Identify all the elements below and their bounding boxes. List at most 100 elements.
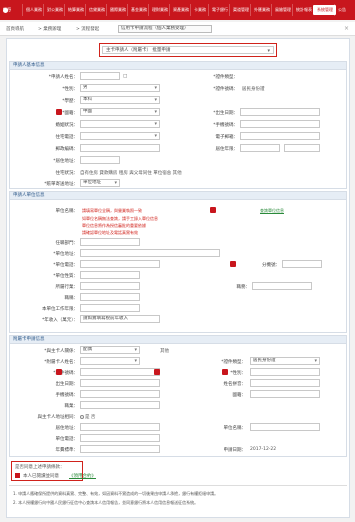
supp-company-phone-label: 單位電話： <box>55 437 79 442</box>
address-input[interactable] <box>80 156 120 164</box>
company-lookup-link[interactable]: 查詢單位信息 <box>260 208 284 214</box>
phone-input[interactable] <box>240 120 320 128</box>
work-years-label: 本單位工作年限： <box>42 307 78 312</box>
dept-input[interactable] <box>80 238 140 246</box>
nav-item[interactable]: 統計報表 <box>292 4 315 16</box>
years-input-2[interactable] <box>284 144 320 152</box>
supp-nation-label: 國籍： <box>232 393 247 398</box>
breadcrumb-home[interactable]: 首頁導航 <box>6 26 24 32</box>
home-select[interactable] <box>80 132 160 140</box>
confirm-label: 是否同意上述申請條款： <box>15 465 65 470</box>
position-input[interactable] <box>252 282 312 290</box>
fee-input[interactable] <box>80 445 160 453</box>
gender-select[interactable]: 男 <box>80 84 160 92</box>
nav-item[interactable]: 資產業務 <box>169 4 192 16</box>
supp-card-type-select[interactable]: 居民身份證 <box>250 357 320 365</box>
same-addr-options[interactable]: 是 否 <box>80 414 95 420</box>
company-note: 請確認單位地址及電話真實有效 <box>82 230 138 235</box>
name-label: *申請人姓名： <box>48 75 78 80</box>
house-label: 住宅狀況： <box>55 171 79 176</box>
mode-select-highlight: 主卡申請人（附屬卡） 批量申請 ▾ <box>99 43 277 57</box>
supp-addr-input[interactable] <box>80 423 160 431</box>
supp-occupation-input[interactable] <box>80 401 160 409</box>
tab-current[interactable]: 信用卡申請流程（個人業務受理） <box>118 25 212 33</box>
marriage-select[interactable] <box>80 120 160 128</box>
supp-pinyin-input[interactable] <box>250 379 320 387</box>
zip-input[interactable] <box>80 144 160 152</box>
nature-input[interactable] <box>80 271 140 279</box>
edu-select[interactable]: 本科 <box>80 96 160 104</box>
birth-input[interactable] <box>240 108 320 116</box>
bill-select[interactable]: 單位地址 <box>80 179 120 187</box>
section-applicant-basic: 申請人基本信息 *申請人姓名： □ *證件類型： *性別： 男 *證件號碼： 居… <box>9 61 347 189</box>
name-input[interactable] <box>80 72 120 80</box>
supp-card-no-input[interactable] <box>80 368 160 376</box>
address-label: *居住地址： <box>53 159 78 164</box>
search-icon[interactable] <box>154 369 160 375</box>
section-applicant-company: 申請人單位信息 單位名稱： 請填寫單位全稱，與營業執照一致 查詢單位信息 如單位… <box>9 191 347 333</box>
date-label: 申請日期： <box>223 448 247 453</box>
nav-item[interactable]: 信貸業務 <box>85 4 108 16</box>
supp-company-phone-input[interactable] <box>80 434 160 442</box>
search-icon[interactable] <box>230 261 236 267</box>
supp-phone-input[interactable] <box>80 390 160 398</box>
nav-item[interactable]: 外匯業務 <box>250 4 273 16</box>
nav-item[interactable]: 渠道管理 <box>229 4 252 16</box>
breadcrumb-item[interactable]: > 業務辦理 <box>38 26 61 32</box>
supp-name-input[interactable] <box>80 357 140 365</box>
email-label: 電子郵箱： <box>215 135 239 140</box>
company-phone-input[interactable] <box>80 260 160 268</box>
nav-item[interactable]: 國際業務 <box>106 4 129 16</box>
industry-input[interactable] <box>80 282 140 290</box>
supp-gender-input[interactable] <box>250 368 320 376</box>
breadcrumb-bar: 首頁導航 > 業務辦理 > 流程發起 信用卡申請流程（個人業務受理） × <box>0 22 355 36</box>
supp-card-no-label: *證件號碼： <box>53 371 78 376</box>
phone-label: *手機號碼： <box>213 123 238 128</box>
work-years-input[interactable] <box>80 304 140 312</box>
supp-company-input[interactable] <box>250 423 320 431</box>
company-hint: 請填寫單位全稱，與營業執照一致 <box>82 208 142 213</box>
supp-nation-input[interactable] <box>250 390 320 398</box>
nav-item[interactable]: 理財業務 <box>148 4 171 16</box>
home-label: 住宅電話： <box>55 135 79 140</box>
form-card: 主卡申請人（附屬卡） 批量申請 ▾ 申請人基本信息 *申請人姓名： □ *證件類… <box>6 38 350 518</box>
agree-link[interactable]: 《領用合約》 <box>69 473 96 479</box>
nav-item[interactable]: 對公業務 <box>43 4 66 16</box>
logo-text: 銀行 <box>3 7 11 12</box>
bank-logo[interactable]: 銀行 <box>3 5 19 15</box>
relation-select[interactable]: 配偶 <box>80 346 140 354</box>
search-icon[interactable] <box>210 207 216 213</box>
card-no-label: *性別： <box>62 87 78 92</box>
supp-birth-input[interactable] <box>80 379 160 387</box>
nav-item[interactable]: 個人業務 <box>22 4 45 16</box>
nav-item-active[interactable]: 系統管理 <box>313 5 336 15</box>
nav-item[interactable]: 電子銀行 <box>208 4 231 16</box>
card-type-label: *證件類型： <box>213 75 238 80</box>
addr-input[interactable] <box>80 249 220 257</box>
nav-item[interactable]: 風險管理 <box>271 4 294 16</box>
nav-item[interactable]: 公告 <box>334 4 349 16</box>
title-input[interactable] <box>80 293 140 301</box>
agree-checkbox[interactable] <box>15 473 20 478</box>
radio-icon[interactable] <box>80 414 84 419</box>
house-options[interactable]: 自有住房 貸款購房 租房 與父母同住 單位宿舍 其他 <box>80 170 182 176</box>
close-icon[interactable]: × <box>344 25 349 32</box>
nation-select[interactable]: 中國 <box>80 108 160 116</box>
income-label: *年收入（萬元）： <box>42 318 78 323</box>
nav-item[interactable]: 卡業務 <box>190 4 209 16</box>
zip-label: 郵政編碼： <box>55 147 79 152</box>
same-addr-label: 與主卡人地址相同： <box>37 415 79 420</box>
supp-birth-label: 出生日期： <box>55 382 79 387</box>
mode-select[interactable]: 主卡申請人（附屬卡） 批量申請 ▾ <box>102 46 274 54</box>
income-input[interactable]: 請如實填寫稅前年收入 <box>80 315 160 323</box>
breadcrumb-item[interactable]: > 流程發起 <box>76 26 99 32</box>
ext-input[interactable] <box>282 260 322 268</box>
section-title: 附屬卡申請信息 <box>10 336 346 344</box>
email-input[interactable] <box>240 132 320 140</box>
nav-item[interactable]: 結算業務 <box>64 4 87 16</box>
company-phone-label: *單位電話： <box>53 263 78 268</box>
nav-item[interactable]: 基金業務 <box>127 4 150 16</box>
supp-occupation-label: 職業： <box>64 404 79 409</box>
same-addr-opts-text: 是 否 <box>85 415 96 420</box>
years-input[interactable] <box>240 144 280 152</box>
